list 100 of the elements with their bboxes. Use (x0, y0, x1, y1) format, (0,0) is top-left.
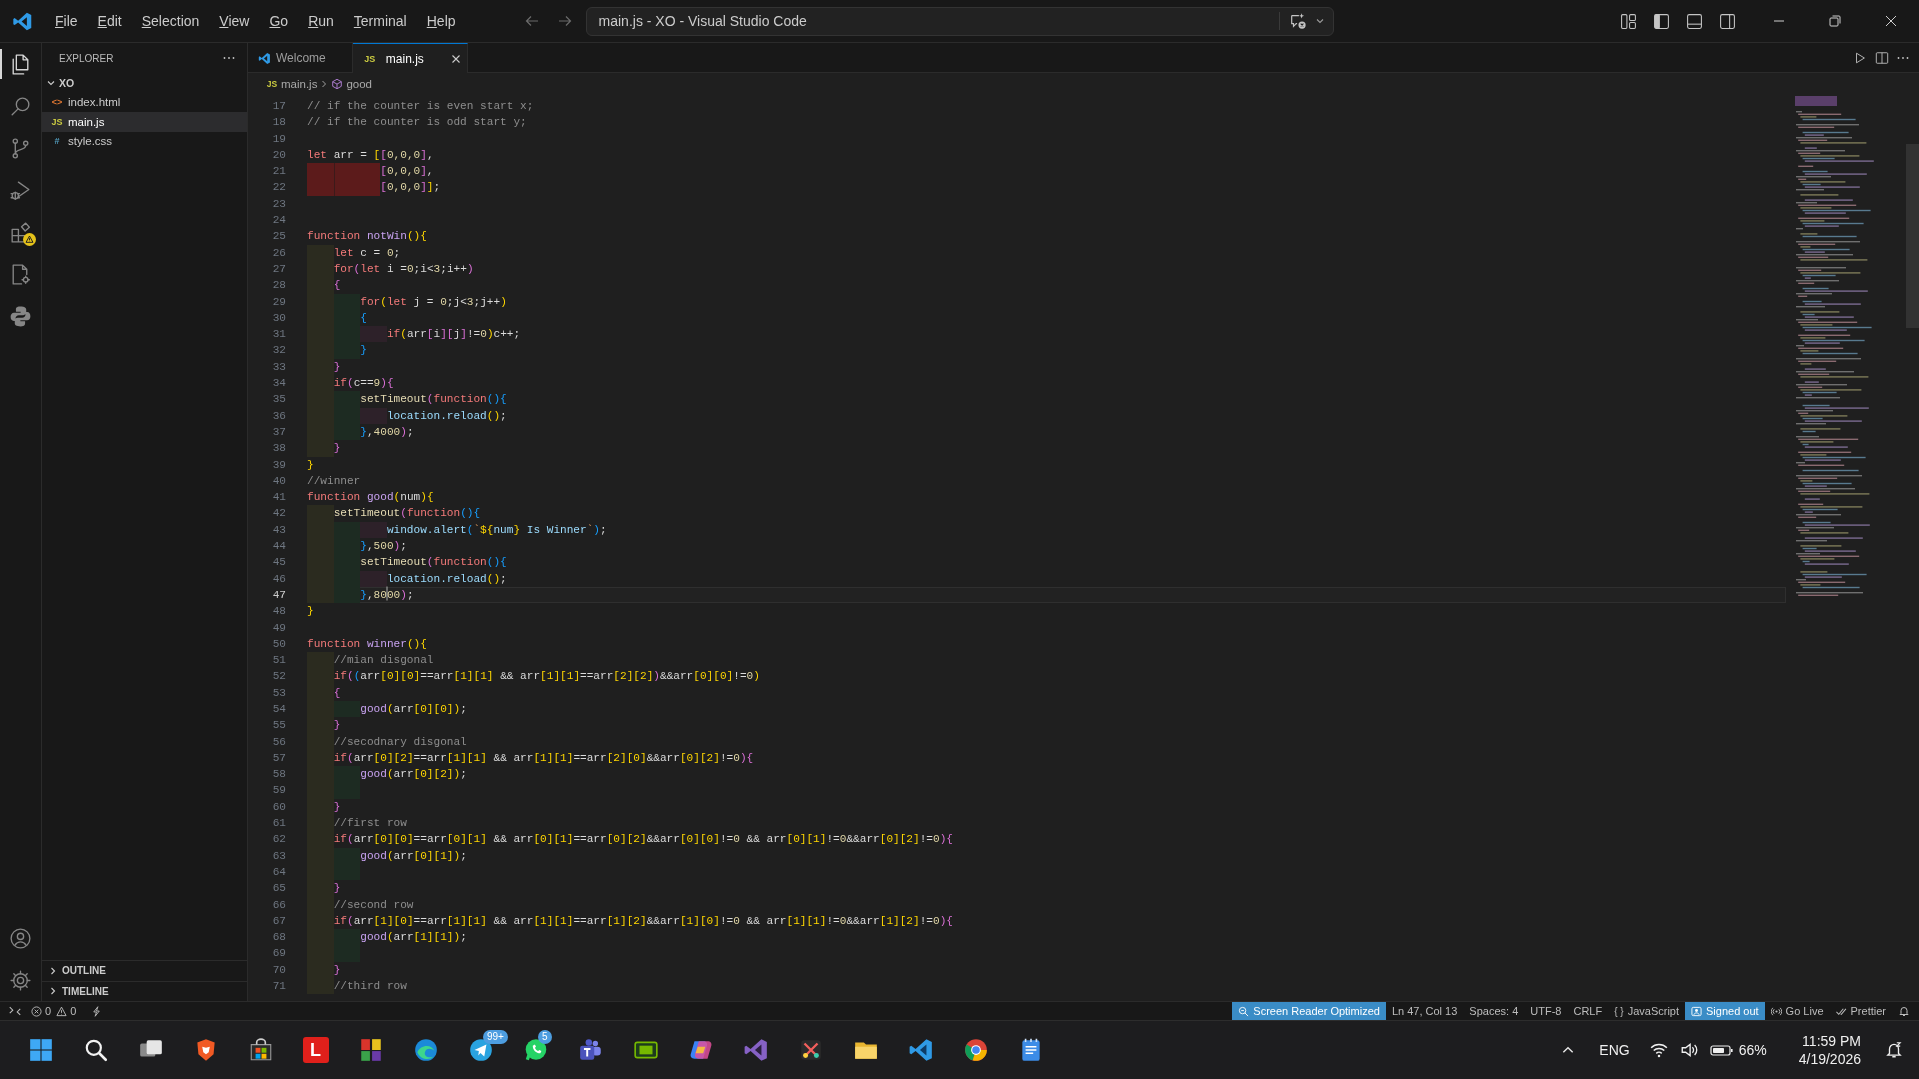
code-line: if(arr[0][0]==arr[0][1] && arr[0][1]==arr[0][2]&&arr[0][0]!=0 && arr[0][1]!=0&&arr[0][2]!=0){ (333, 832, 953, 848)
play-icon[interactable] (1853, 50, 1867, 65)
warning-icon[interactable] (56, 1005, 68, 1017)
editor-tab[interactable]: JS main.js (352, 43, 468, 73)
app-logo-icon[interactable] (907, 1037, 934, 1063)
line-number: 47 (271, 587, 286, 603)
line-number: 17 (271, 99, 286, 114)
menu-item[interactable]: File (45, 10, 88, 32)
ribbon-icon[interactable] (742, 1037, 769, 1063)
clock-time[interactable]: 11:59 PM (1802, 1033, 1861, 1049)
arrow-left-icon[interactable] (523, 13, 540, 29)
code-line: //first row (333, 816, 407, 832)
code-line: setTimeout(function(){ (333, 506, 481, 522)
menu-item[interactable]: Terminal (343, 10, 417, 32)
line-number: 63 (271, 848, 286, 864)
code-line: { (333, 278, 341, 294)
editor-tab[interactable]: Welcome (248, 43, 353, 73)
bell-icon[interactable] (1885, 1041, 1903, 1059)
circle-logo-icon[interactable] (962, 1037, 989, 1063)
wave-circle-icon[interactable] (412, 1037, 439, 1063)
notification-badge: 5 (538, 1030, 552, 1044)
line-number: 19 (271, 131, 286, 147)
section-header[interactable]: OUTLINE (42, 960, 247, 981)
error-icon[interactable] (31, 1005, 42, 1017)
file-type-icon: JS (266, 78, 278, 89)
menu-item[interactable]: Selection (131, 10, 210, 32)
line-number: 27 (271, 261, 286, 277)
more-icon[interactable] (223, 56, 235, 60)
arrow-right-icon[interactable] (556, 13, 573, 29)
status-item[interactable]: UTF-8 (1524, 1002, 1568, 1020)
settings-icon[interactable] (8, 967, 33, 993)
status-item[interactable]: Prettier (1829, 1002, 1892, 1020)
chevron-right-icon[interactable] (48, 965, 58, 976)
code-line: if(arr[0][2]==arr[1][1] && arr[1][1]==arr[2][0]&&arr[0][2]!=0){ (333, 750, 754, 766)
breadcrumb-item[interactable]: JS main.js (266, 77, 318, 90)
line-number: 66 (271, 897, 286, 913)
line-number: 37 (271, 424, 286, 440)
line-number: 43 (271, 522, 286, 538)
clock-date[interactable]: 4/19/2026 (1798, 1051, 1861, 1067)
status-item[interactable]: Signed out (1685, 1002, 1765, 1020)
command-center[interactable]: main.js - XO - Visual Studio Code (585, 6, 1334, 36)
status-item[interactable]: Screen Reader Optimized (1232, 1002, 1386, 1020)
line-number: 22 (271, 180, 286, 196)
wifi-icon[interactable] (1649, 1041, 1668, 1059)
line-number: 35 (271, 392, 286, 408)
code-line: function notWin(){ (307, 229, 427, 245)
tree-item[interactable]: JS main.js (42, 112, 247, 132)
chat-sparkle-icon[interactable] (1288, 12, 1307, 30)
menu-item[interactable]: Edit (87, 10, 132, 32)
code-line: } (307, 457, 314, 473)
menu-item[interactable]: View (209, 10, 260, 32)
code-line: //winner (307, 473, 361, 489)
code-line: // if the counter is odd start y; (307, 115, 527, 131)
warning-count: 0 (70, 1005, 77, 1017)
lightning-icon[interactable] (91, 1005, 103, 1017)
menu-item[interactable]: Go (259, 10, 299, 32)
code-line: } (360, 343, 367, 359)
code-line: good(arr[0][0]); (360, 702, 467, 717)
menu-item[interactable]: Run (298, 10, 344, 32)
line-number: 56 (271, 734, 286, 750)
person-icon (1691, 1005, 1702, 1017)
app-logo-icon[interactable] (12, 10, 33, 32)
code-line: location.reload(); (386, 571, 507, 587)
line-number: 49 (271, 620, 286, 636)
tree-item[interactable]: # style.css (42, 131, 247, 151)
line-number: 50 (271, 636, 286, 652)
chevron-right-icon[interactable] (48, 986, 58, 997)
code-line: [0,0,0]]; (380, 180, 441, 196)
chevron-down-icon[interactable] (1314, 16, 1325, 26)
letter-tile-icon[interactable]: L (302, 1037, 329, 1063)
more-icon[interactable] (1897, 55, 1909, 60)
extensions-icon[interactable] (8, 219, 33, 245)
start-icon[interactable] (27, 1037, 54, 1063)
input-language[interactable]: ENG (1599, 1042, 1630, 1058)
language-status-icon: { } (1614, 1005, 1624, 1017)
status-item[interactable]: Go Live (1764, 1002, 1830, 1020)
code-line: } (307, 604, 314, 620)
line-number: 52 (271, 669, 286, 685)
battery-icon[interactable] (1709, 1043, 1734, 1057)
account-icon[interactable] (8, 925, 33, 951)
code-line: // if the counter is even start x; (307, 99, 534, 114)
bell-icon[interactable] (1898, 1005, 1910, 1017)
code-line: //secodnary disgonal (333, 734, 467, 750)
status-item[interactable]: { } JavaScript (1608, 1002, 1685, 1020)
breadcrumb-item[interactable]: good (331, 77, 373, 90)
code-line: { (360, 310, 367, 326)
speaker-icon[interactable] (1679, 1041, 1698, 1059)
tree-item[interactable]: <> index.html (42, 92, 247, 112)
battery-percentage: 66% (1738, 1042, 1767, 1058)
code-line: setTimeout(function(){ (360, 555, 507, 571)
active-indicator (0, 49, 2, 79)
status-item[interactable]: Ln 47, Col 13 (1385, 1002, 1464, 1020)
menu-item[interactable]: Help (416, 10, 466, 32)
status-item[interactable]: CRLF (1567, 1002, 1609, 1020)
split-editor-icon[interactable] (1875, 50, 1889, 65)
folder-item[interactable]: XO (42, 73, 247, 93)
status-item[interactable]: Spaces: 4 (1463, 1002, 1525, 1020)
line-number: 53 (271, 685, 286, 701)
cube-icon (331, 77, 344, 90)
people-icon[interactable] (577, 1037, 604, 1063)
